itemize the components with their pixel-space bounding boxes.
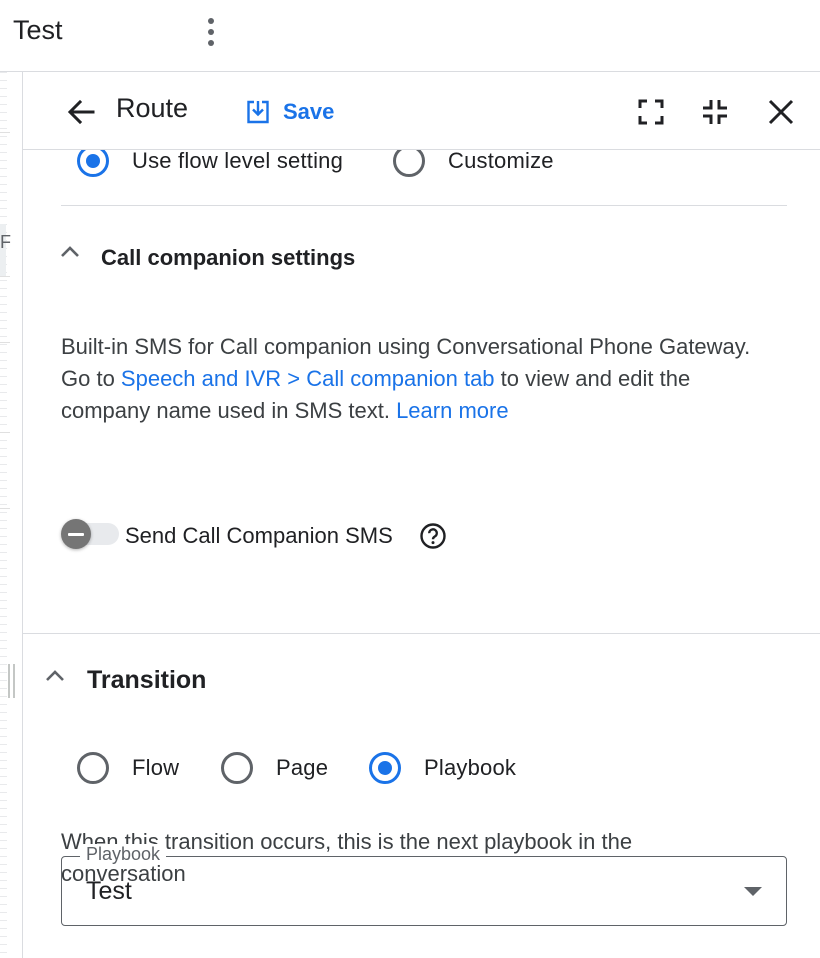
description-line: Go to Speech and IVR > Call companion ta… — [61, 363, 801, 395]
radio-label: Playbook — [424, 755, 517, 780]
learn-more-link[interactable]: Learn more — [396, 398, 509, 423]
send-sms-toggle-label: Send Call Companion SMS — [125, 523, 393, 548]
send-sms-toggle[interactable] — [61, 519, 121, 549]
background-clipped-text: F — [0, 232, 11, 252]
background-divider — [0, 342, 10, 343]
resize-handle-bar[interactable] — [8, 664, 10, 698]
radio-button — [77, 752, 109, 784]
section-divider — [61, 205, 787, 206]
description-line: company name used in SMS text. Learn mor… — [61, 395, 801, 427]
fullscreen-exit-icon[interactable] — [699, 96, 731, 128]
panel-header: Route Save — [23, 72, 820, 150]
description-text: to view and edit the — [494, 366, 691, 391]
panel-content: Use flow level setting Customize Call co… — [23, 150, 820, 958]
panel-title: Route — [116, 93, 189, 123]
description-text: Go to — [61, 366, 121, 391]
background-grid — [0, 72, 7, 958]
arrow-back-icon[interactable] — [63, 94, 99, 130]
save-button-label: Save — [283, 99, 335, 124]
playbook-select[interactable]: Playbook Test — [61, 844, 787, 926]
toggle-thumb — [61, 519, 91, 549]
background-divider — [0, 432, 10, 433]
radio-button — [221, 752, 253, 784]
radio-playbook[interactable]: Playbook — [369, 752, 516, 784]
call-companion-description: Built-in SMS for Call companion using Co… — [61, 331, 801, 427]
route-panel: Route Save Use flow level setting Custom… — [22, 72, 820, 958]
fullscreen-icon[interactable] — [635, 96, 667, 128]
radio-label: Customize — [448, 150, 554, 173]
radio-label: Use flow level setting — [132, 150, 344, 173]
background-content-strip: F — [0, 72, 22, 958]
radio-use-flow-level-setting[interactable]: Use flow level setting — [77, 150, 343, 177]
playbook-select-label: Playbook — [80, 844, 167, 865]
background-divider — [0, 132, 10, 133]
section-divider — [23, 633, 820, 634]
dropdown-arrow-icon[interactable] — [744, 887, 762, 896]
radio-button — [77, 150, 109, 177]
radio-button — [393, 150, 425, 177]
radio-label: Page — [276, 755, 329, 780]
radio-page[interactable]: Page — [221, 752, 328, 784]
help-circle-icon[interactable] — [419, 522, 447, 550]
save-button[interactable]: Save — [245, 96, 334, 128]
chevron-up-icon[interactable] — [60, 244, 80, 258]
agent-title: Test — [13, 15, 63, 45]
background-divider — [0, 276, 10, 277]
playbook-select-value: Test — [86, 877, 132, 905]
background-divider — [0, 508, 10, 509]
save-download-icon — [247, 100, 269, 124]
more-vert-icon[interactable] — [196, 14, 226, 50]
close-icon[interactable] — [763, 94, 799, 130]
radio-flow[interactable]: Flow — [77, 752, 179, 784]
description-line: Built-in SMS for Call companion using Co… — [61, 334, 751, 359]
call-companion-title[interactable]: Call companion settings — [101, 245, 355, 271]
radio-button — [369, 752, 401, 784]
resize-handle-bar[interactable] — [13, 664, 15, 698]
radio-customize[interactable]: Customize — [393, 150, 554, 177]
transition-title[interactable]: Transition — [87, 666, 206, 695]
radio-label: Flow — [132, 755, 180, 780]
call-companion-tab-link[interactable]: Speech and IVR > Call companion tab — [121, 366, 495, 391]
description-text: company name used in SMS text. — [61, 398, 397, 423]
chevron-up-icon[interactable] — [45, 668, 65, 682]
top-bar: Test — [0, 0, 820, 72]
